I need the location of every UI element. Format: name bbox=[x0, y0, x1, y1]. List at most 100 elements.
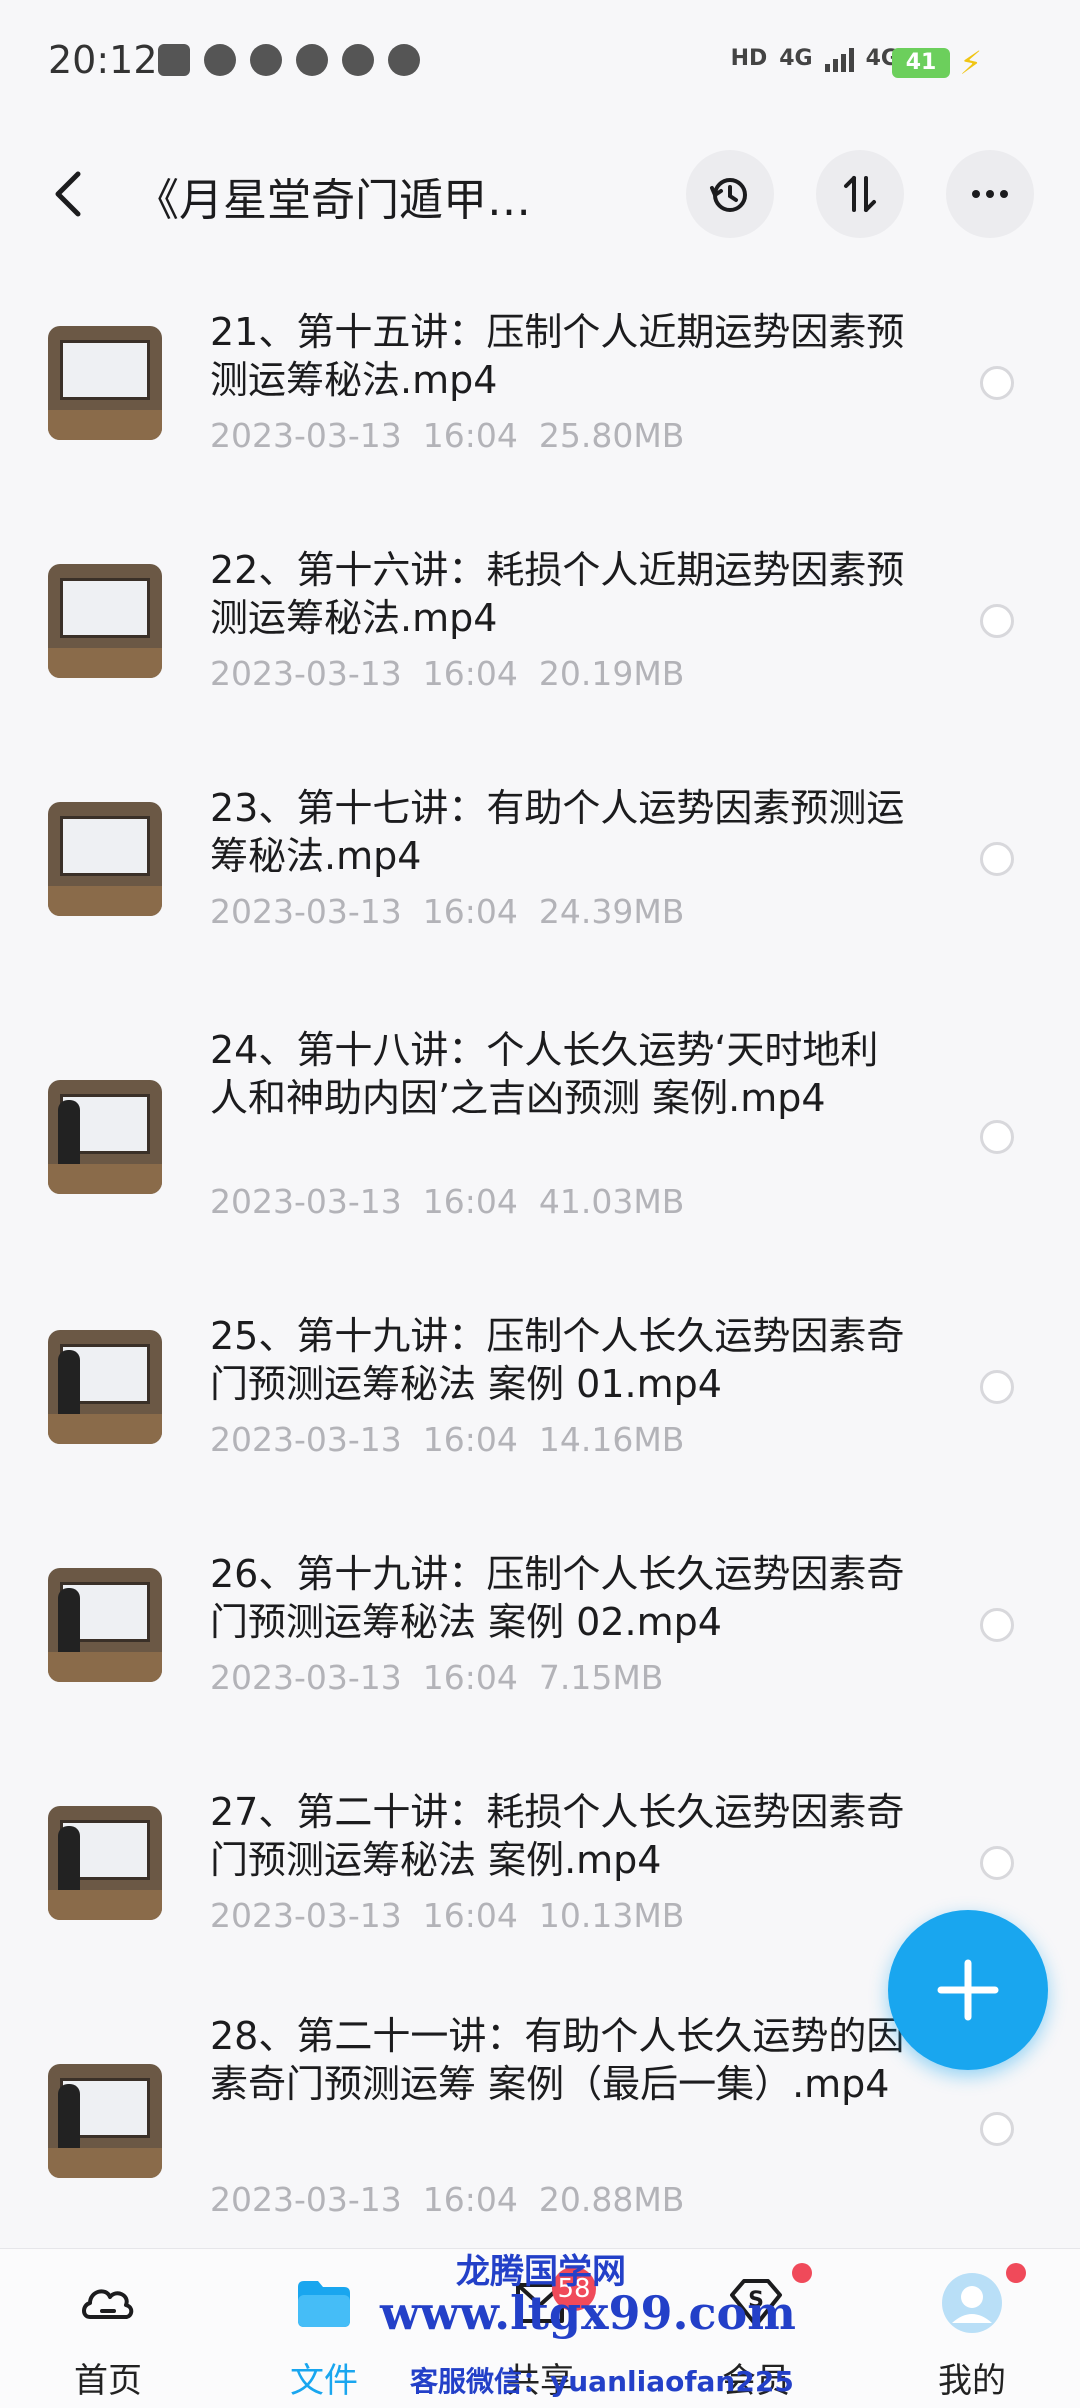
message-icon bbox=[342, 44, 374, 76]
back-icon bbox=[55, 171, 81, 217]
history-icon bbox=[710, 178, 747, 212]
nav-label: 我的 bbox=[938, 2361, 1006, 2401]
file-size: 20.88MB bbox=[538, 2180, 685, 2219]
file-meta: 2023-03-13 16:04 20.88MB bbox=[210, 2180, 684, 2219]
app-notification-icon bbox=[158, 44, 190, 76]
sort-button[interactable] bbox=[816, 150, 904, 238]
cloud-home-icon bbox=[82, 2289, 134, 2319]
file-date: 2023-03-13 bbox=[210, 416, 402, 455]
file-list-item[interactable]: 23、第十七讲：有助个人运势因素预测运筹秘法.mp4 2023-03-13 16… bbox=[0, 766, 1080, 996]
notification-icons bbox=[158, 44, 420, 76]
file-name: 23、第十七讲：有助个人运势因素预测运筹秘法.mp4 bbox=[210, 786, 905, 878]
file-name: 27、第二十讲：耗损个人长久运势因素奇门预测运筹秘法 案例.mp4 bbox=[210, 1790, 905, 1882]
file-time: 16:04 bbox=[422, 1896, 518, 1935]
file-size: 20.19MB bbox=[538, 654, 685, 693]
history-button[interactable] bbox=[686, 150, 774, 238]
file-meta: 2023-03-13 16:04 24.39MB bbox=[210, 892, 684, 931]
app-notification-icon bbox=[388, 44, 420, 76]
status-bar: 20:12 HD 4G 4G 41 ⚡ bbox=[0, 0, 1080, 130]
file-size: 41.03MB bbox=[538, 1182, 685, 1221]
file-name: 21、第十五讲：压制个人近期运势因素预测运筹秘法.mp4 bbox=[210, 310, 905, 402]
file-name: 26、第十九讲：压制个人长久运势因素奇门预测运筹秘法 案例 02.mp4 bbox=[210, 1552, 905, 1644]
more-icon bbox=[972, 190, 1008, 198]
page-title: 《月星堂奇门遁甲… bbox=[135, 175, 531, 226]
video-thumbnail bbox=[48, 802, 162, 916]
file-name: 24、第十八讲：个人长久运势‘天时地利人和神助内因’之吉凶预测 案例.mp4 bbox=[210, 1028, 879, 1120]
select-checkbox[interactable] bbox=[980, 366, 1014, 400]
select-checkbox[interactable] bbox=[980, 2112, 1014, 2146]
file-list-item[interactable]: 25、第十九讲：压制个人长久运势因素奇门预测运筹秘法 案例 01.mp4 202… bbox=[0, 1294, 1080, 1524]
app-notification-icon bbox=[250, 44, 282, 76]
file-name: 28、第二十一讲：有助个人长久运势的因素奇门预测运筹 案例（最后一集）.mp4 bbox=[210, 2014, 905, 2106]
file-list-item[interactable]: 26、第十九讲：压制个人长久运势因素奇门预测运筹秘法 案例 02.mp4 202… bbox=[0, 1532, 1080, 1762]
file-time: 16:04 bbox=[422, 1420, 518, 1459]
video-thumbnail bbox=[48, 1806, 162, 1920]
file-size: 14.16MB bbox=[538, 1420, 685, 1459]
file-size: 24.39MB bbox=[538, 892, 685, 931]
file-meta: 2023-03-13 16:04 20.19MB bbox=[210, 654, 684, 693]
notification-dot bbox=[792, 2263, 812, 2283]
file-meta: 2023-03-13 16:04 10.13MB bbox=[210, 1896, 684, 1935]
file-list-item[interactable]: 24、第十八讲：个人长久运势‘天时地利人和神助内因’之吉凶预测 案例.mp4 2… bbox=[0, 1008, 1080, 1278]
add-button[interactable] bbox=[888, 1910, 1048, 2070]
video-thumbnail bbox=[48, 326, 162, 440]
folder-icon bbox=[298, 2281, 350, 2327]
file-date: 2023-03-13 bbox=[210, 1420, 402, 1459]
file-meta: 2023-03-13 16:04 25.80MB bbox=[210, 416, 684, 455]
battery-indicator: 41 bbox=[892, 48, 950, 78]
wechat-icon bbox=[204, 44, 236, 76]
network-type: 4G bbox=[779, 45, 813, 71]
notification-dot bbox=[1006, 2263, 1026, 2283]
video-thumbnail bbox=[48, 1568, 162, 1682]
file-time: 16:04 bbox=[422, 892, 518, 931]
select-checkbox[interactable] bbox=[980, 604, 1014, 638]
video-thumbnail bbox=[48, 1080, 162, 1194]
file-date: 2023-03-13 bbox=[210, 1896, 402, 1935]
select-checkbox[interactable] bbox=[980, 842, 1014, 876]
avatar-icon bbox=[942, 2273, 1002, 2333]
watermark-contact: 客服微信：yuanliaofan225 bbox=[410, 2365, 794, 2398]
nav-label: 文件 bbox=[290, 2361, 358, 2401]
file-date: 2023-03-13 bbox=[210, 1182, 402, 1221]
file-list-item[interactable]: 22、第十六讲：耗损个人近期运势因素预测运筹秘法.mp4 2023-03-13 … bbox=[0, 528, 1080, 758]
file-time: 16:04 bbox=[422, 654, 518, 693]
file-name: 25、第十九讲：压制个人长久运势因素奇门预测运筹秘法 案例 01.mp4 bbox=[210, 1314, 905, 1406]
file-meta: 2023-03-13 16:04 41.03MB bbox=[210, 1182, 684, 1221]
charging-icon: ⚡ bbox=[959, 44, 982, 82]
select-checkbox[interactable] bbox=[980, 1370, 1014, 1404]
file-date: 2023-03-13 bbox=[210, 654, 402, 693]
nav-home[interactable]: 首页 bbox=[38, 2249, 178, 2408]
file-date: 2023-03-13 bbox=[210, 892, 402, 931]
nav-me[interactable]: 我的 bbox=[902, 2249, 1042, 2408]
back-button[interactable] bbox=[48, 168, 98, 228]
hd-indicator: HD bbox=[730, 45, 768, 71]
file-time: 16:04 bbox=[422, 2180, 518, 2219]
file-size: 25.80MB bbox=[538, 416, 685, 455]
signal-icon bbox=[824, 44, 854, 72]
plus-icon bbox=[937, 1959, 999, 2021]
app-notification-icon bbox=[296, 44, 328, 76]
video-thumbnail bbox=[48, 1330, 162, 1444]
file-time: 16:04 bbox=[422, 416, 518, 455]
file-time: 16:04 bbox=[422, 1658, 518, 1697]
video-thumbnail bbox=[48, 564, 162, 678]
file-time: 16:04 bbox=[422, 1182, 518, 1221]
select-checkbox[interactable] bbox=[980, 1120, 1014, 1154]
status-time: 20:12 bbox=[48, 38, 158, 82]
file-list-item[interactable]: 21、第十五讲：压制个人近期运势因素预测运筹秘法.mp4 2023-03-13 … bbox=[0, 290, 1080, 520]
file-date: 2023-03-13 bbox=[210, 2180, 402, 2219]
nav-label: 首页 bbox=[74, 2361, 142, 2401]
file-size: 7.15MB bbox=[538, 1658, 664, 1697]
file-date: 2023-03-13 bbox=[210, 1658, 402, 1697]
file-name: 22、第十六讲：耗损个人近期运势因素预测运筹秘法.mp4 bbox=[210, 548, 905, 640]
file-size: 10.13MB bbox=[538, 1896, 685, 1935]
sort-icon bbox=[844, 176, 876, 212]
more-button[interactable] bbox=[946, 150, 1034, 238]
select-checkbox[interactable] bbox=[980, 1846, 1014, 1880]
watermark-url: www.ltgx99.com bbox=[380, 2286, 796, 2340]
select-checkbox[interactable] bbox=[980, 1608, 1014, 1642]
header: 《月星堂奇门遁甲… bbox=[0, 140, 1080, 250]
file-meta: 2023-03-13 16:04 14.16MB bbox=[210, 1420, 684, 1459]
video-thumbnail bbox=[48, 2064, 162, 2178]
nav-files[interactable]: 文件 bbox=[254, 2249, 394, 2408]
